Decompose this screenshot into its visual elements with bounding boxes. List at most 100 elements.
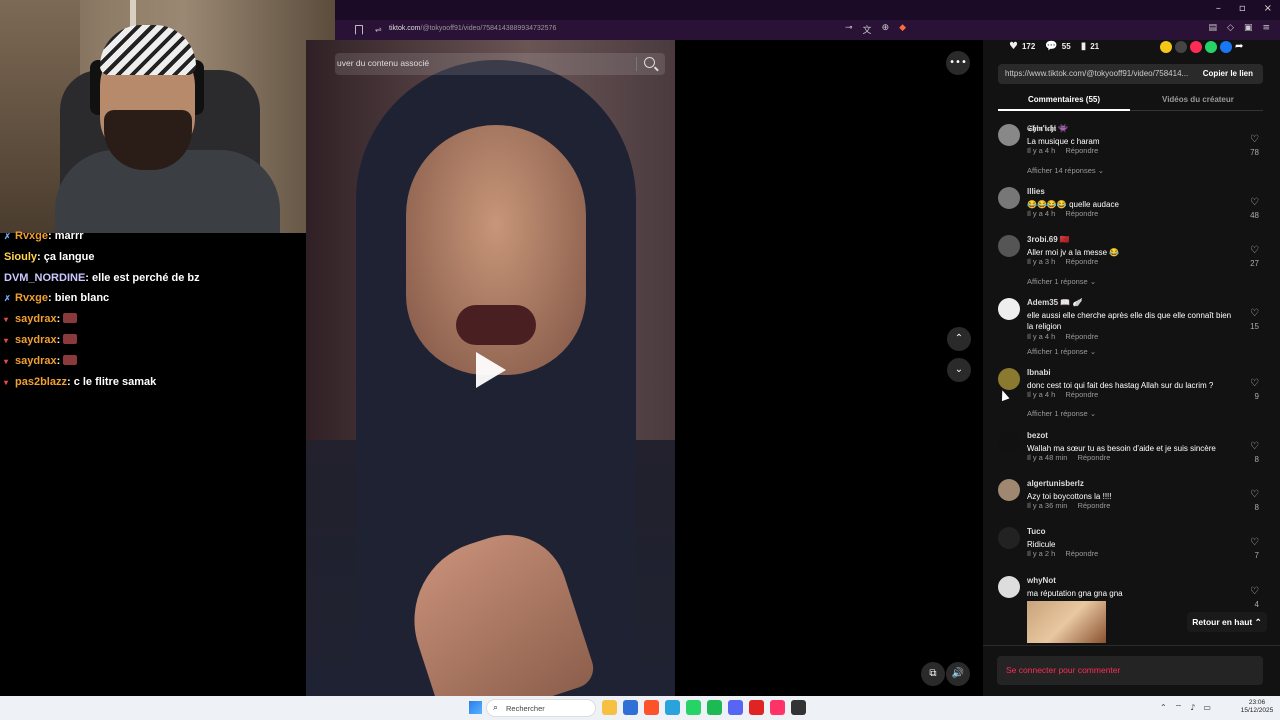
view-replies-button[interactable]: Afficher 14 réponses ⌄	[1027, 166, 1104, 175]
reply-button[interactable]: Répondre	[1065, 209, 1098, 218]
back-to-top-button[interactable]: Retour en haut ⌃	[1187, 612, 1267, 632]
heart-icon[interactable]: ♡	[1250, 197, 1259, 208]
previous-video-button[interactable]: ⌃	[947, 327, 971, 351]
capcut-icon[interactable]	[770, 700, 785, 715]
related-search-bar[interactable]: uver du contenu associé	[335, 53, 665, 75]
menu-icon[interactable]: ≡	[1262, 23, 1270, 33]
store-icon[interactable]	[623, 700, 638, 715]
taskbar-search[interactable]: ⌕ Rechercher	[486, 699, 596, 717]
avatar[interactable]	[998, 235, 1020, 257]
chat-username[interactable]: Siouly	[4, 251, 37, 263]
avatar[interactable]	[998, 479, 1020, 501]
chat-username[interactable]: saydrax	[15, 355, 57, 367]
tab-creator-videos[interactable]: Vidéos du créateur	[1162, 95, 1234, 104]
reply-button[interactable]: Répondre	[1065, 257, 1098, 266]
chat-username[interactable]: saydrax	[15, 334, 57, 346]
file-explorer-icon[interactable]	[602, 700, 617, 715]
obs-icon[interactable]	[749, 700, 764, 715]
comment-author[interactable]: lbnabi	[1027, 368, 1051, 377]
heart-icon[interactable]: ♡	[1250, 308, 1259, 319]
wallet-icon[interactable]: ◇	[1227, 23, 1234, 33]
volume-icon[interactable]: 🔊	[946, 662, 970, 686]
pip-icon[interactable]: ⧉	[921, 662, 945, 686]
embed-icon[interactable]	[1175, 41, 1187, 53]
minimize-button[interactable]: –	[1216, 3, 1221, 14]
sidebar-icon[interactable]: ▤	[1209, 23, 1218, 33]
whatsapp-icon[interactable]	[686, 700, 701, 715]
comment-author[interactable]: 3robi.69 🇲🇦	[1027, 235, 1070, 244]
chat-username[interactable]: DVM_NORDINE	[4, 272, 85, 284]
start-icon[interactable]	[469, 701, 482, 714]
key-icon[interactable]: ⊸	[845, 23, 853, 36]
brave-shield-icon[interactable]: ◆	[899, 23, 906, 36]
reply-button[interactable]: Répondre	[1065, 332, 1098, 341]
heart-icon[interactable]: ♡	[1250, 586, 1259, 597]
address-bar[interactable]: ⇌ tiktok.com/@tokyooff91/video/758414388…	[335, 20, 1280, 40]
reply-button[interactable]: Répondre	[1065, 390, 1098, 399]
close-button[interactable]: ×	[1264, 3, 1272, 14]
heart-icon[interactable]: ♡	[1250, 378, 1259, 389]
heart-icon[interactable]: ♡	[1250, 245, 1259, 256]
reply-button[interactable]: Répondre	[1065, 146, 1098, 155]
comment-author[interactable]: bezot	[1027, 431, 1048, 440]
telegram-icon[interactable]	[665, 700, 680, 715]
heart-icon[interactable]: ♡	[1250, 441, 1259, 452]
reply-button[interactable]: Répondre	[1077, 501, 1110, 510]
chat-username[interactable]: Rvxge	[15, 292, 48, 304]
next-video-button[interactable]: ⌄	[947, 358, 971, 382]
avatar[interactable]	[998, 187, 1020, 209]
reply-button[interactable]: Répondre	[1065, 549, 1098, 558]
comment-author[interactable]: lllies	[1027, 187, 1045, 196]
share-arrow-icon[interactable]: ➦	[1235, 41, 1247, 53]
heart-icon[interactable]: ♡	[1250, 489, 1259, 500]
send-icon[interactable]	[1190, 41, 1202, 53]
search-icon[interactable]	[644, 57, 655, 68]
clock[interactable]: 23:06 15/12/2025	[1237, 699, 1277, 715]
chat-username[interactable]: saydrax	[15, 313, 57, 325]
tab-comments[interactable]: Commentaires (55)	[1028, 95, 1100, 104]
chat-username[interactable]: pas2blazz	[15, 376, 67, 388]
bookmark-icon[interactable]: ▮	[1081, 41, 1087, 52]
site-info-icon[interactable]: ⇌	[375, 25, 382, 34]
chat-username[interactable]: Rvxge	[15, 230, 48, 242]
bookmark-icon[interactable]	[355, 25, 363, 35]
url-text[interactable]: tiktok.com/@tokyooff91/video/75841438899…	[389, 25, 556, 32]
brave-icon[interactable]	[644, 700, 659, 715]
copy-link-button[interactable]: Copier le lien	[1203, 69, 1253, 78]
reply-button[interactable]: Répondre	[1077, 453, 1110, 462]
discord-icon[interactable]	[728, 700, 743, 715]
view-replies-button[interactable]: Afficher 1 réponse ⌄	[1027, 409, 1096, 418]
facebook-icon[interactable]	[1220, 41, 1232, 53]
more-options-button[interactable]: •••	[946, 51, 970, 75]
app-icon[interactable]	[791, 700, 806, 715]
view-replies-button[interactable]: Afficher 1 réponse ⌄	[1027, 347, 1096, 356]
whatsapp-icon[interactable]	[1205, 41, 1217, 53]
avatar[interactable]	[998, 298, 1020, 320]
comment-icon[interactable]: 💬	[1045, 41, 1057, 52]
network-icon[interactable]: ⌔	[1175, 703, 1183, 713]
avatar[interactable]	[998, 124, 1020, 146]
volume-icon[interactable]: ♪	[1190, 703, 1195, 713]
tray-chevron-icon[interactable]: ⌃	[1160, 703, 1167, 713]
share-coin-icon[interactable]	[1160, 41, 1172, 53]
comment-author[interactable]: Tuco	[1027, 527, 1046, 536]
comment-login-box[interactable]: Se connecter pour commenter	[997, 656, 1263, 685]
video-link-text[interactable]: https://www.tiktok.com/@tokyooff91/video…	[1005, 69, 1188, 78]
battery-icon[interactable]: ▭	[1203, 703, 1211, 713]
video-player[interactable]	[306, 40, 675, 696]
spotify-icon[interactable]	[707, 700, 722, 715]
comment-author[interactable]: Adem35 📖 🪽	[1027, 298, 1083, 307]
heart-icon[interactable]: ♡	[1250, 134, 1259, 145]
comment-gif[interactable]	[1027, 601, 1106, 643]
comment-author[interactable]: algertunisberlz	[1027, 479, 1084, 488]
maximize-button[interactable]: ▫	[1239, 3, 1246, 14]
like-icon[interactable]: ♥	[1009, 41, 1018, 52]
translate-icon[interactable]: 文	[863, 23, 872, 36]
comment-author[interactable]: whyNot	[1027, 576, 1056, 585]
extensions-icon[interactable]: ▣	[1244, 23, 1253, 33]
avatar[interactable]	[998, 368, 1020, 390]
heart-icon[interactable]: ♡	[1250, 537, 1259, 548]
play-icon[interactable]	[476, 352, 506, 388]
avatar[interactable]	[998, 576, 1020, 598]
comment-author[interactable]: 𝕾𝖍𝖎𝖓'𝖎𝖈𝖍𝖎 👾	[1027, 124, 1068, 134]
